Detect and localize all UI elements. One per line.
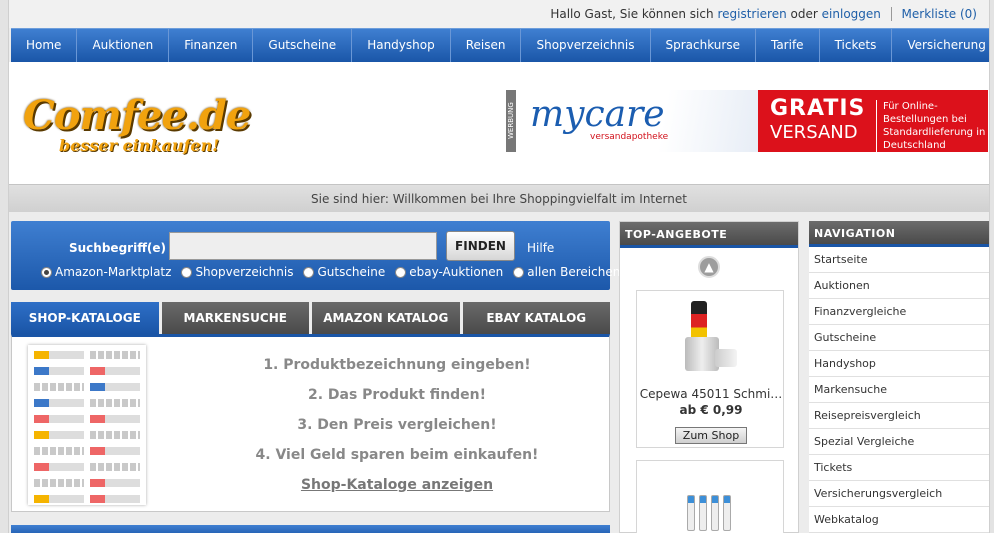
- help-link[interactable]: Hilfe: [527, 241, 554, 255]
- user-bar: Hallo Gast, Sie können sich registrieren…: [9, 0, 989, 28]
- navigation-panel: NAVIGATION Startseite Auktionen Finanzve…: [809, 221, 989, 533]
- sidebar-item-tickets[interactable]: Tickets: [809, 455, 989, 481]
- tab-shop-kataloge[interactable]: SHOP-KATALOGE: [11, 302, 159, 334]
- logo-slogan: besser einkaufen!: [59, 136, 220, 155]
- arrow-up-icon[interactable]: ▲: [698, 256, 720, 278]
- sidebar-item-spezial-vergleiche[interactable]: Spezial Vergleiche: [809, 429, 989, 455]
- page-wrapper: Hallo Gast, Sie können sich registrieren…: [8, 0, 990, 533]
- sidebar-item-finanzvergleiche[interactable]: Finanzvergleiche: [809, 299, 989, 325]
- divider: [890, 7, 892, 21]
- sidebar-item-versicherungsvergleich[interactable]: Versicherungsvergleich: [809, 481, 989, 507]
- logo-title: Comfee.de: [23, 92, 251, 139]
- radio-amazon[interactable]: Amazon-Marktplatz: [41, 265, 171, 279]
- search-scope: Amazon-Marktplatz Shopverzeichnis Gutsch…: [41, 265, 620, 279]
- sidebar-item-gutscheine[interactable]: Gutscheine: [809, 325, 989, 351]
- register-link[interactable]: registrieren: [717, 7, 786, 21]
- search-panel: Suchbegriff(e) FINDEN Hilfe Amazon-Markt…: [11, 221, 620, 290]
- radio-icon: [41, 266, 52, 278]
- show-catalogs-link[interactable]: Shop-Kataloge anzeigen: [301, 477, 493, 493]
- product-name[interactable]: Cepewa 45011 Schmi…: [637, 387, 785, 401]
- step-4: 4. Viel Geld sparen beim einkaufen!: [255, 447, 539, 463]
- tab-amazon-katalog[interactable]: AMAZON KATALOG: [312, 302, 460, 334]
- catalog-thumbnail[interactable]: [28, 345, 146, 505]
- nav-sprachkurse[interactable]: Sprachkurse: [651, 29, 756, 62]
- tab-ebay-katalog[interactable]: EBAY KATALOG: [462, 302, 610, 334]
- radio-shopverzeichnis[interactable]: Shopverzeichnis: [181, 265, 293, 279]
- radio-icon: [181, 266, 193, 278]
- nav-versicherung[interactable]: Versicherung: [892, 29, 994, 62]
- radio-icon: [395, 266, 407, 278]
- next-panel-header: [11, 525, 610, 533]
- wishlist-link[interactable]: Merkliste (0): [902, 7, 977, 21]
- search-input[interactable]: [169, 232, 437, 260]
- ad-banner[interactable]: WERBUNG mycare versandapotheke GRATIS VE…: [506, 90, 988, 152]
- nav-gutscheine[interactable]: Gutscheine: [253, 29, 353, 62]
- banner-brand: mycare: [530, 94, 665, 135]
- step-3: 3. Den Preis vergleichen!: [297, 417, 497, 433]
- nav-tarife[interactable]: Tarife: [756, 29, 820, 62]
- sidebar-item-markensuche[interactable]: Markensuche: [809, 377, 989, 403]
- sidebar-item-auktionen[interactable]: Auktionen: [809, 273, 989, 299]
- banner-note: Für Online-Bestellungen bei Standardlief…: [876, 100, 986, 152]
- breadcrumb: Sie sind hier: Willkommen bei Ihre Shopp…: [9, 184, 989, 212]
- or-text: oder: [790, 7, 818, 21]
- banner-gratis: GRATIS: [770, 96, 866, 121]
- ad-tag: WERBUNG: [506, 90, 516, 152]
- nav-reisen[interactable]: Reisen: [451, 29, 522, 62]
- catalog-panel: 1. Produktbezeichnung eingeben! 2. Das P…: [11, 334, 610, 512]
- sidebar-item-webkatalog[interactable]: Webkatalog: [809, 507, 989, 533]
- greeting-text: Hallo Gast, Sie können sich: [550, 7, 714, 21]
- sidebar-item-startseite[interactable]: Startseite: [809, 247, 989, 273]
- product-card[interactable]: [636, 460, 784, 533]
- radio-icon: [303, 266, 315, 278]
- banner-brand-sub: versandapotheke: [590, 132, 669, 142]
- product-card[interactable]: Cepewa 45011 Schmi… ab € 0,99 Zum Shop: [636, 290, 784, 448]
- nav-auktionen[interactable]: Auktionen: [77, 29, 170, 62]
- top-offers-title: TOP-ANGEBOTE: [620, 222, 798, 248]
- top-offers-panel: TOP-ANGEBOTE ▲ Cepewa 45011 Schmi… ab € …: [619, 221, 799, 533]
- header: Comfee.de besser einkaufen! WERBUNG myca…: [9, 62, 989, 184]
- nav-handyshop[interactable]: Handyshop: [352, 29, 451, 62]
- find-button[interactable]: FINDEN: [446, 231, 515, 261]
- product-image[interactable]: [685, 301, 737, 373]
- radio-ebay[interactable]: ebay-Auktionen: [395, 265, 503, 279]
- radio-icon: [513, 266, 525, 278]
- product-image[interactable]: [687, 495, 731, 531]
- nav-finanzen[interactable]: Finanzen: [169, 29, 254, 62]
- site-logo[interactable]: Comfee.de besser einkaufen!: [23, 92, 251, 155]
- to-shop-button[interactable]: Zum Shop: [675, 427, 747, 444]
- login-link[interactable]: einloggen: [822, 7, 881, 21]
- step-2: 2. Das Produkt finden!: [307, 387, 487, 403]
- nav-tickets[interactable]: Tickets: [820, 29, 893, 62]
- step-1: 1. Produktbezeichnung eingeben!: [263, 357, 531, 373]
- tab-markensuche[interactable]: MARKENSUCHE: [161, 302, 309, 334]
- radio-gutscheine[interactable]: Gutscheine: [303, 265, 385, 279]
- radio-all[interactable]: allen Bereichen: [513, 265, 620, 279]
- search-label: Suchbegriff(e): [69, 241, 167, 255]
- product-price: ab € 0,99: [679, 403, 743, 417]
- main-nav: Home Auktionen Finanzen Gutscheine Handy…: [11, 28, 989, 62]
- catalog-steps: 1. Produktbezeichnung eingeben! 2. Das P…: [192, 357, 602, 493]
- nav-shopverzeichnis[interactable]: Shopverzeichnis: [521, 29, 651, 62]
- catalog-tabs: SHOP-KATALOGE MARKENSUCHE AMAZON KATALOG…: [11, 302, 610, 334]
- navigation-title: NAVIGATION: [809, 221, 989, 247]
- banner-versand: VERSAND: [770, 122, 858, 143]
- sidebar-item-reisepreisvergleich[interactable]: Reisepreisvergleich: [809, 403, 989, 429]
- nav-home[interactable]: Home: [11, 29, 78, 62]
- sidebar-item-handyshop[interactable]: Handyshop: [809, 351, 989, 377]
